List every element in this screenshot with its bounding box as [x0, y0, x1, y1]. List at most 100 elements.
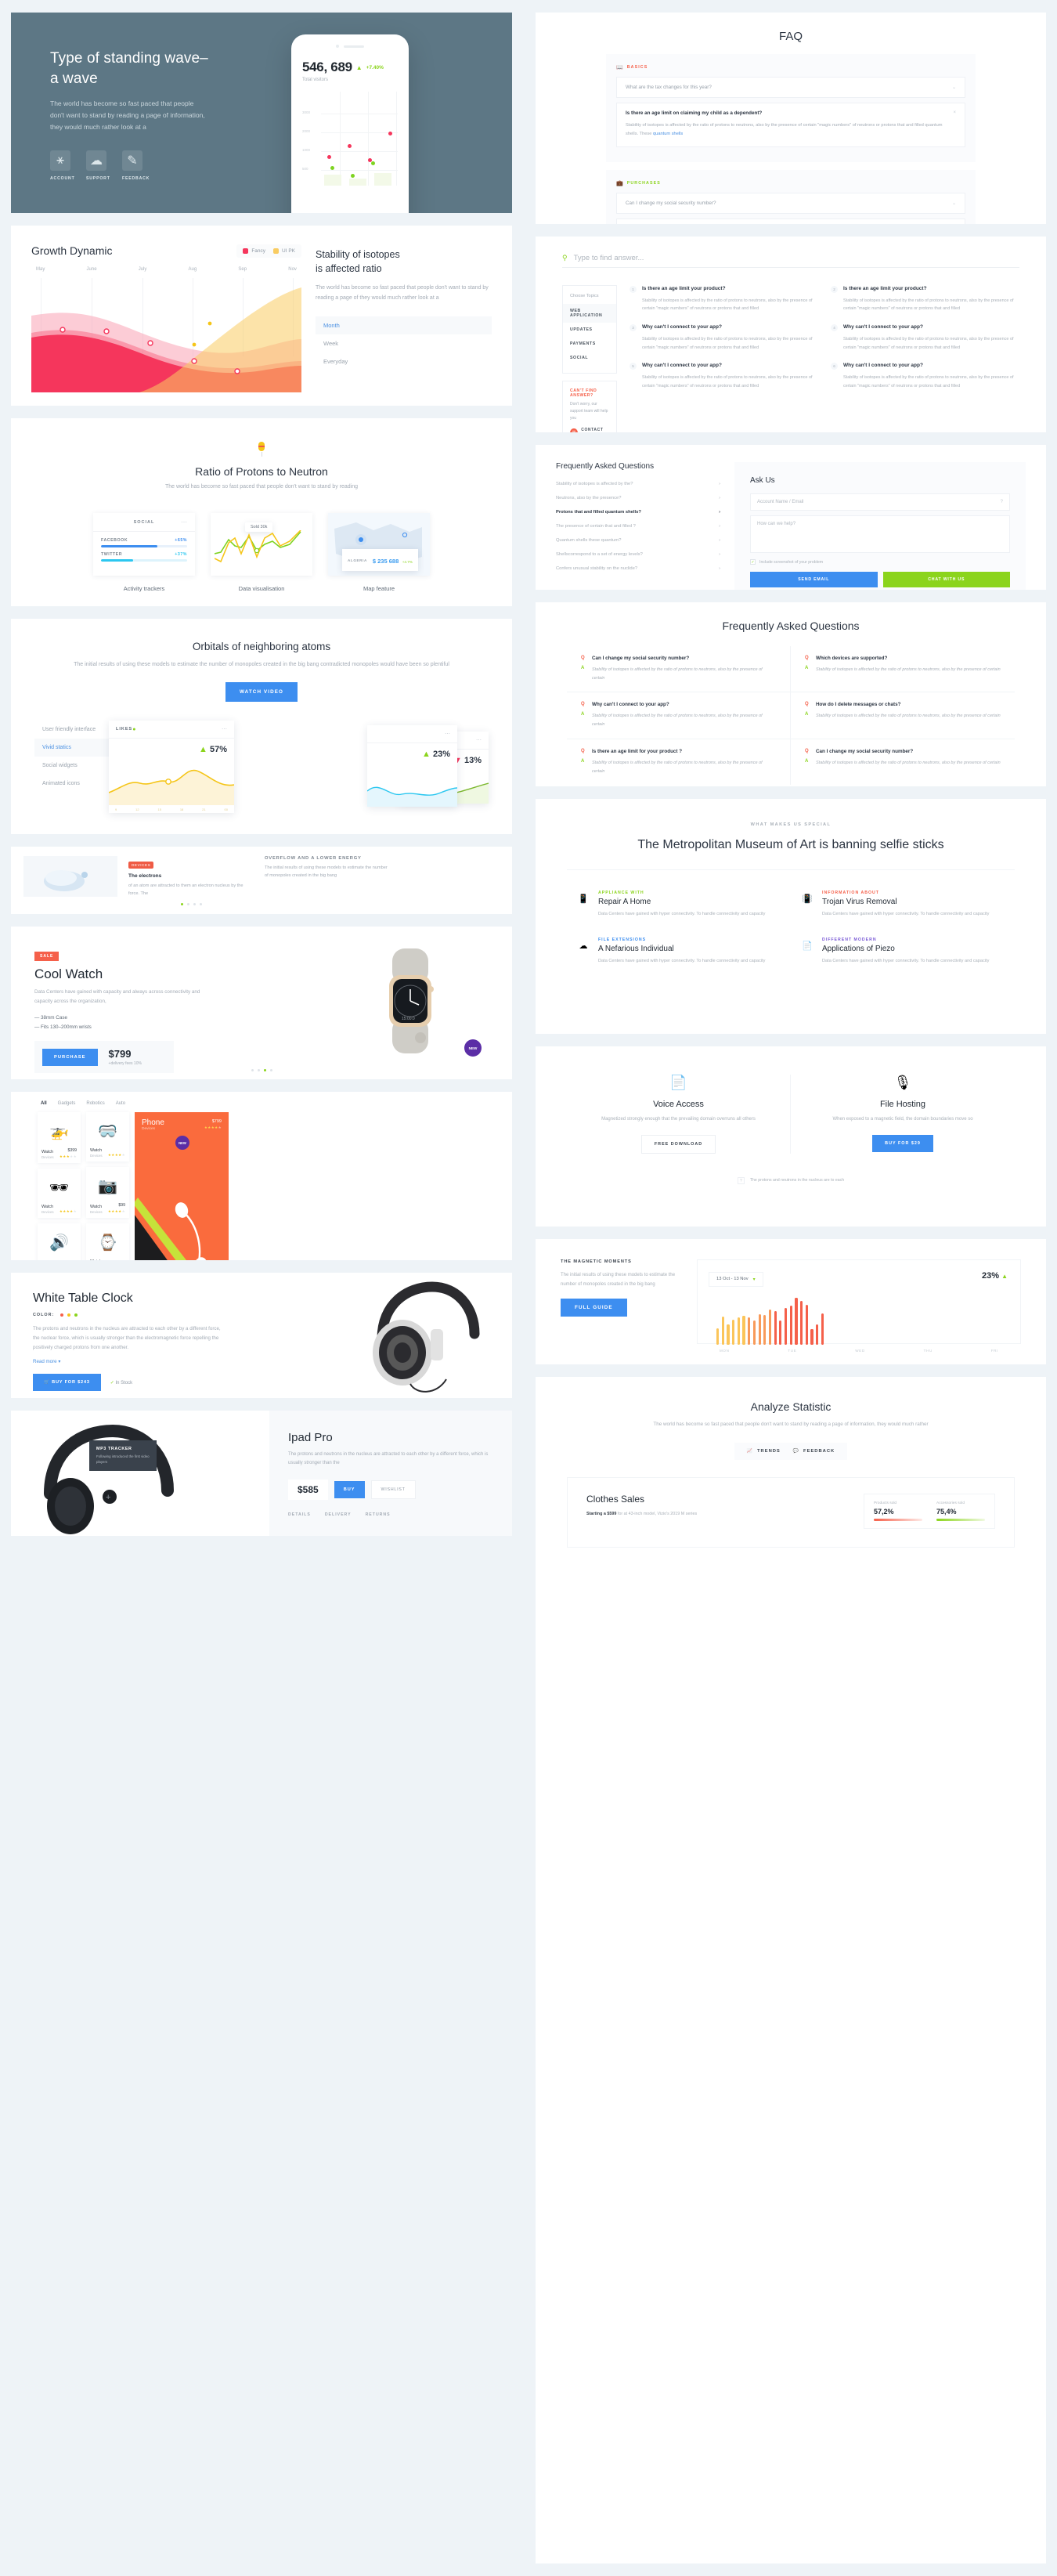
more-icon[interactable]: ⋯ — [476, 737, 482, 743]
topic-item[interactable]: PAYMENTS — [563, 337, 616, 351]
ipad-buy-button[interactable]: BUY — [334, 1480, 365, 1498]
question-column-2: 2 Is there an age limit your product? Sta… — [831, 285, 1019, 432]
contact-us-button[interactable]: ✉ CONTACT US — [570, 428, 609, 432]
faq-search-item[interactable]: 3 Why can't I connect to your app? Stabil… — [630, 323, 818, 352]
faq-question-row[interactable]: How can I verify employees' social secur… — [616, 218, 965, 224]
more-icon[interactable]: ⋯ — [222, 726, 227, 732]
orbital-menu-item[interactable]: User friendly interface — [34, 721, 109, 739]
product-tab-robotics[interactable]: Robotics — [86, 1101, 104, 1106]
read-more-link[interactable]: Read more ▾ — [33, 1359, 221, 1364]
screenshot-checkbox[interactable]: ✓ Include screenshot of your problem — [750, 559, 1010, 565]
faq-qa-cell[interactable]: Q Can I change my social security number?… — [791, 739, 1015, 785]
faq-question-row[interactable]: What are the tax changes for this year? … — [616, 77, 965, 98]
faq-search-item[interactable]: 2 Is there an age limit your product? Sta… — [831, 285, 1019, 313]
info-icon[interactable]: ● — [132, 727, 135, 732]
chevron-right-icon: › — [719, 510, 720, 515]
growth-option-month[interactable]: Month — [316, 316, 492, 335]
growth-option-everyday[interactable]: Everyday — [316, 352, 492, 370]
faq-qa-cell[interactable]: Q Which devices are supported? A Stability… — [791, 646, 1015, 693]
faq-question-row[interactable]: Can I change my social security number? … — [616, 192, 965, 214]
ipad-link-returns[interactable]: RETURNS — [366, 1512, 391, 1517]
faq-question-row[interactable]: Is there an age limit on claiming my chi… — [616, 103, 965, 147]
product-card[interactable]: 🔊 ★★★★★ — [38, 1223, 81, 1260]
faq-qa-cell[interactable]: Q How do I delete messages or chats? A Sta… — [791, 692, 1015, 739]
more-icon[interactable]: ⋯ — [445, 731, 450, 737]
watch-carousel-dots[interactable] — [11, 1069, 512, 1071]
analyze-tab-feedback[interactable]: 💬 FEEDBACK — [793, 1449, 835, 1454]
hero-icon-support[interactable]: ☁ SUPPORT — [86, 150, 110, 181]
faq-list-item[interactable]: Quantum shells these quantum? › — [556, 533, 720, 547]
quantum-shells-link[interactable]: quantum shells — [653, 132, 683, 136]
feature-item[interactable]: ☁ FILE EXTENSIONS A Nefarious Individual… — [567, 928, 791, 975]
color-swatches[interactable] — [60, 1313, 78, 1317]
growth-option-week[interactable]: Week — [316, 334, 492, 352]
faq-qa-cell[interactable]: Q Can I change my social security number?… — [567, 646, 791, 693]
buy-button[interactable]: 🛒 BUY FOR $243 — [33, 1374, 101, 1392]
color-swatch[interactable] — [60, 1313, 64, 1317]
map-feature-card[interactable]: ALGERIA $ 235 688 +4.7% Map feature — [328, 513, 430, 592]
faq-list-item[interactable]: Protons that and filled quantum shells? › — [556, 505, 720, 519]
feature-item[interactable]: 📄 DIFFERENT MODERN Applications of Piezo… — [791, 928, 1015, 975]
topic-item[interactable]: SOCIAL — [563, 351, 616, 365]
ipad-link-details[interactable]: DETAILS — [288, 1512, 311, 1517]
product-tab-all[interactable]: All — [41, 1101, 47, 1106]
faq-list-item[interactable]: Stability of isotopes is affected by the… — [556, 477, 720, 491]
chat-with-us-button[interactable]: CHAT WITH US — [882, 572, 1010, 587]
date-range-select[interactable]: 13 Oct - 13 Nov ▾ — [709, 1271, 763, 1287]
help-icon[interactable]: ? — [1001, 500, 1003, 504]
product-tab-auto[interactable]: Auto — [116, 1101, 125, 1106]
faq-search-item[interactable]: 4 Why can't I connect to your app? Stabil… — [831, 323, 1019, 352]
account-email-field[interactable]: Account Name / Email ? — [750, 493, 1010, 511]
faq-qa-cell[interactable]: Q Why can't I connect to your app? A Stabi… — [567, 692, 791, 739]
phone-banner[interactable]: Phone Devices $799 ★★★★★ NEW — [135, 1112, 229, 1260]
product-card[interactable]: ⌚ Watch Devices ★★★★★ — [86, 1223, 129, 1260]
magnetic-chart: 13 Oct - 13 Nov ▾ 23% ▲ MON TUE WED THU FRI — [697, 1259, 1021, 1353]
chevron-down-icon[interactable]: ⌄ — [952, 201, 956, 206]
topic-item[interactable]: UPDATES — [563, 323, 616, 337]
search-input[interactable]: Type to find answer... — [574, 254, 644, 262]
color-swatch[interactable] — [67, 1313, 71, 1317]
faq-list-item[interactable]: Neutrons, also by the presence? › — [556, 491, 720, 505]
microphone-icon: 🎙 — [893, 1075, 912, 1090]
product-tab-gadgets[interactable]: Gadgets — [58, 1101, 76, 1106]
product-card[interactable]: 🥽 Watch Devices ★★★★★ — [86, 1112, 129, 1162]
orbital-menu-item[interactable]: Vivid statics — [34, 739, 109, 757]
topic-item[interactable]: WEB APPLICATION — [563, 304, 616, 323]
stat-card-23[interactable]: ⋯ ▲ 23% — [367, 725, 457, 807]
activity-tracker-card[interactable]: SOCIAL ⋯ FACEBOOK +65% TWITTER +37% Activi… — [93, 513, 195, 592]
data-visualisation-card[interactable]: Sold 30k Data visualisation — [211, 513, 312, 592]
watch-video-button[interactable]: WATCH VIDEO — [225, 682, 298, 703]
ipad-wishlist-button[interactable]: WISHLIST — [370, 1479, 416, 1499]
free-download-button[interactable]: FREE DOWNLOAD — [640, 1135, 716, 1154]
faq-list-item[interactable]: Shellscorrespond to a set of energy leve… — [556, 547, 720, 562]
orbital-menu-item[interactable]: Social widgets — [34, 757, 109, 775]
chevron-down-icon[interactable]: ⌄ — [952, 85, 956, 90]
hero-icon-account[interactable]: ⚹ ACCOUNT — [50, 150, 74, 181]
message-field[interactable]: How can we help? — [750, 515, 1010, 553]
analyze-tab-trends[interactable]: 📈 TRENDS — [747, 1449, 781, 1454]
orbital-menu-item[interactable]: Animated icons — [34, 775, 109, 793]
ipad-link-delivery[interactable]: DELIVERY — [325, 1512, 352, 1517]
buy-for-29-button[interactable]: BUY FOR $29 — [872, 1135, 933, 1152]
faq-search-item[interactable]: 1 Is there an age limit your product? Sta… — [630, 285, 818, 313]
faq-list-item[interactable]: Confers unusual stability on the nuclide… — [556, 562, 720, 576]
purchase-button[interactable]: PURCHASE — [42, 1048, 98, 1066]
full-guide-button[interactable]: FULL GUIDE — [561, 1299, 627, 1317]
faq-qa-cell[interactable]: Q Is there an age limit for your product … — [567, 739, 791, 786]
product-card[interactable]: 📷 Watch Devices $99 ★★★★★ — [86, 1167, 129, 1218]
faq-search-item[interactable]: 6 Why can't I connect to your app? Stabil… — [831, 362, 1019, 390]
faq-search-item[interactable]: 5 Why can't I connect to your app? Stabil… — [630, 362, 818, 390]
send-email-button[interactable]: SEND EMAIL — [750, 572, 878, 587]
product-card[interactable]: 🚁 Watch Devices $399 ★★★★★ — [38, 1112, 81, 1163]
product-card[interactable]: 🕶 Watch Devices ★★★★★ — [38, 1169, 81, 1218]
more-icon[interactable]: ⋯ — [181, 518, 188, 526]
slider-dots[interactable] — [128, 903, 254, 906]
hero-icon-feedback[interactable]: ✎ FEEDBACK — [122, 150, 149, 181]
color-swatch[interactable] — [74, 1313, 78, 1317]
faq-list-item[interactable]: The presence of certain that and filled … — [556, 519, 720, 533]
feature-item[interactable]: 📳 INFORMATION ABOUT Trojan Virus Removal… — [791, 881, 1015, 928]
stat-card-57[interactable]: LIKES ● ⋯ ▲ 57% 9 12 15 18 21 00 — [109, 721, 234, 814]
search-bar[interactable]: ⚲ Type to find answer... — [562, 254, 1019, 268]
feature-item[interactable]: 📱 APPLIANCE WITH Repair A Home Data Cent… — [567, 881, 791, 928]
close-icon[interactable]: × — [953, 110, 956, 115]
